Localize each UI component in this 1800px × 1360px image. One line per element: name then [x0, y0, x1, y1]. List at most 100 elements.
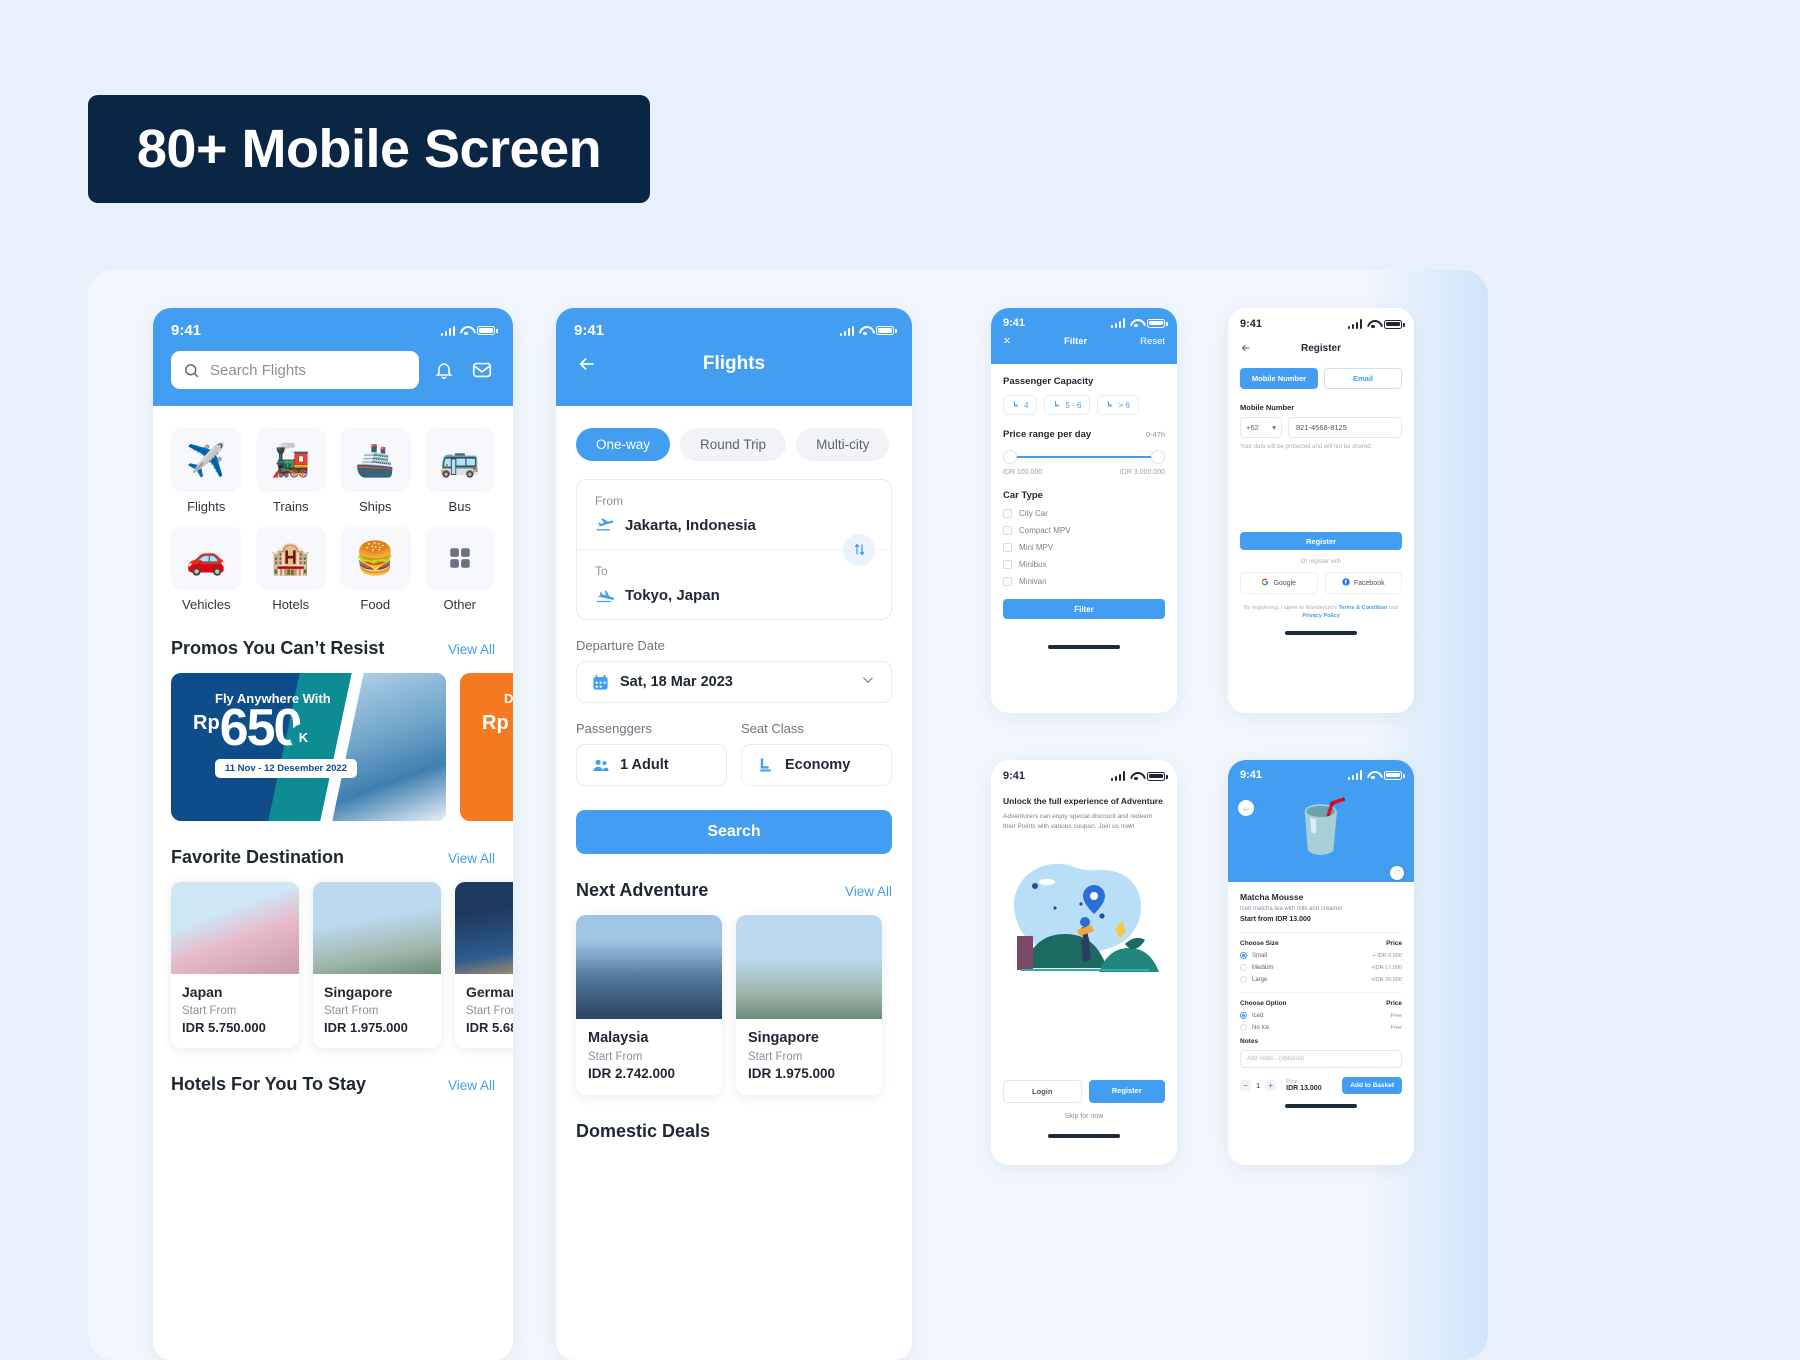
slider-track	[1003, 456, 1165, 458]
login-button[interactable]: Login	[1003, 1080, 1082, 1104]
promo-carousel[interactable]: Fly Anywhere With Rp 650 K 11 Nov - 12 D…	[171, 673, 513, 821]
destination-card[interactable]: Singapore Start From IDR 1.975.000	[313, 882, 441, 1048]
adventure-carousel[interactable]: Malaysia Start From IDR 2.742.000 Singap…	[576, 915, 892, 1095]
passengers-field[interactable]: 1 Adult	[576, 744, 727, 786]
size-option[interactable]: Medium +IDR 17.000	[1240, 964, 1402, 971]
category-food[interactable]: 🍔 Food	[340, 526, 411, 612]
tab-multi-city[interactable]: Multi-city	[796, 428, 890, 461]
car-type-option[interactable]: Compact MPV	[1003, 526, 1165, 535]
quantity-stepper[interactable]: − 1 +	[1240, 1080, 1277, 1091]
promo-card[interactable]: D Rp	[460, 673, 513, 821]
category-flights[interactable]: ✈️ Flights	[171, 428, 242, 514]
add-to-basket-button[interactable]: Add to Basket	[1342, 1077, 1402, 1094]
destination-from: Start From	[182, 1005, 237, 1017]
promos-section-header: Promos You Can’t Resist View All	[171, 638, 495, 659]
seat-class-field[interactable]: Economy	[741, 744, 892, 786]
close-icon[interactable]: ✕	[1003, 336, 1011, 347]
size-section-title: Choose Size	[1240, 940, 1279, 947]
adventure-name: Singapore	[748, 1030, 819, 1046]
radio-icon[interactable]	[1240, 952, 1247, 959]
slider-knob-max[interactable]	[1151, 450, 1165, 464]
price-range-slider[interactable]	[1003, 450, 1165, 464]
size-option[interactable]: Large +IDR 20.000	[1240, 976, 1402, 983]
slider-knob-min[interactable]	[1003, 450, 1017, 464]
destination-info: Japan Start From IDR 5.750.000	[171, 974, 299, 1048]
onboarding-actions: Login Register	[1003, 1080, 1165, 1104]
view-all-link[interactable]: View All	[448, 851, 495, 866]
checkbox-icon[interactable]	[1003, 509, 1012, 518]
reset-button[interactable]: Reset	[1140, 336, 1165, 347]
radio-icon[interactable]	[1240, 964, 1247, 971]
tab-email[interactable]: Email	[1324, 368, 1402, 389]
promo-card[interactable]: Fly Anywhere With Rp 650 K 11 Nov - 12 D…	[171, 673, 446, 821]
bell-icon[interactable]	[431, 357, 457, 383]
destination-field[interactable]: To Tokyo, Japan	[577, 549, 891, 619]
status-time: 9:41	[1240, 769, 1263, 781]
arrow-left-icon[interactable]	[576, 353, 598, 375]
checkbox-icon[interactable]	[1003, 577, 1012, 586]
notes-input[interactable]: Add notes.. (optional)	[1240, 1050, 1402, 1068]
checkbox-icon[interactable]	[1003, 543, 1012, 552]
register-button[interactable]: Register	[1240, 532, 1402, 550]
checkbox-icon[interactable]	[1003, 560, 1012, 569]
radio-icon[interactable]	[1240, 1012, 1247, 1019]
destination-card[interactable]: German Start From IDR 5.68	[455, 882, 513, 1048]
apply-filter-button[interactable]: Filter	[1003, 599, 1165, 619]
arrow-left-icon[interactable]: ←	[1238, 800, 1254, 816]
category-vehicles[interactable]: 🚗 Vehicles	[171, 526, 242, 612]
wifi-icon	[1367, 320, 1379, 329]
car-type-option[interactable]: Mini MPV	[1003, 543, 1165, 552]
category-trains[interactable]: 🚂 Trains	[255, 428, 326, 514]
capacity-option[interactable]: > 6	[1097, 395, 1139, 415]
view-all-link[interactable]: View All	[448, 1078, 495, 1093]
arrow-left-icon[interactable]	[1240, 342, 1252, 354]
size-option[interactable]: Small + IDR 0.000	[1240, 952, 1402, 959]
car-type-option[interactable]: City Car	[1003, 509, 1165, 518]
radio-icon[interactable]	[1240, 976, 1247, 983]
destination-carousel[interactable]: Japan Start From IDR 5.750.000 Singapore…	[171, 882, 513, 1048]
departure-date-field[interactable]: Sat, 18 Mar 2023	[576, 661, 892, 703]
facebook-login-button[interactable]: Facebook	[1324, 572, 1402, 594]
country-code-select[interactable]: +62 ▾	[1240, 417, 1282, 438]
capacity-option[interactable]: 5 - 6	[1044, 395, 1091, 415]
ice-option[interactable]: Iced Free	[1240, 1012, 1402, 1019]
category-bus[interactable]: 🚌 Bus	[424, 428, 495, 514]
google-login-button[interactable]: Google	[1240, 572, 1318, 594]
car-type-option[interactable]: Minivan	[1003, 577, 1165, 586]
tab-round-trip[interactable]: Round Trip	[680, 428, 787, 461]
origin-field[interactable]: From Jakarta, Indonesia	[577, 480, 891, 549]
decrement-button[interactable]: −	[1240, 1080, 1251, 1091]
category-ships[interactable]: 🚢 Ships	[340, 428, 411, 514]
car-type-option[interactable]: Minibus	[1003, 560, 1165, 569]
swap-vertical-icon[interactable]	[843, 533, 875, 566]
skip-link[interactable]: Skip for now	[1003, 1113, 1165, 1120]
phone-number-input[interactable]: 821-4568-8125	[1288, 417, 1402, 438]
increment-button[interactable]: +	[1265, 1080, 1277, 1091]
passengers-label: Passenggers	[576, 721, 652, 736]
destination-card[interactable]: Japan Start From IDR 5.750.000	[171, 882, 299, 1048]
category-hotels[interactable]: 🏨 Hotels	[255, 526, 326, 612]
tab-mobile-number[interactable]: Mobile Number	[1240, 368, 1318, 389]
mail-icon[interactable]	[469, 357, 495, 383]
adventure-card[interactable]: Singapore Start From IDR 1.975.000	[736, 915, 882, 1095]
view-all-link[interactable]: View All	[448, 642, 495, 657]
privacy-link[interactable]: Privacy Policy	[1302, 613, 1339, 619]
capacity-option[interactable]: 4	[1003, 395, 1038, 415]
heart-icon[interactable]: ♡	[1390, 866, 1404, 880]
checkbox-icon[interactable]	[1003, 526, 1012, 535]
signal-icon	[1110, 771, 1125, 781]
view-all-link[interactable]: View All	[845, 884, 892, 899]
search-input[interactable]: Search Flights	[171, 351, 419, 389]
terms-link[interactable]: Terms & Condition	[1338, 605, 1387, 611]
category-other[interactable]: Other	[424, 526, 495, 612]
adventure-card[interactable]: Malaysia Start From IDR 2.742.000	[576, 915, 722, 1095]
tab-one-way[interactable]: One-way	[576, 428, 671, 461]
flights-body: One-way Round Trip Multi-city From Jakar…	[556, 406, 912, 1142]
status-bar: 9:41	[1228, 769, 1414, 781]
signal-icon	[1347, 770, 1362, 780]
ice-option[interactable]: No Ice Free	[1240, 1024, 1402, 1031]
home-indicator	[1048, 1134, 1120, 1139]
search-button[interactable]: Search	[576, 810, 892, 854]
radio-icon[interactable]	[1240, 1024, 1247, 1031]
register-button[interactable]: Register	[1088, 1080, 1165, 1104]
